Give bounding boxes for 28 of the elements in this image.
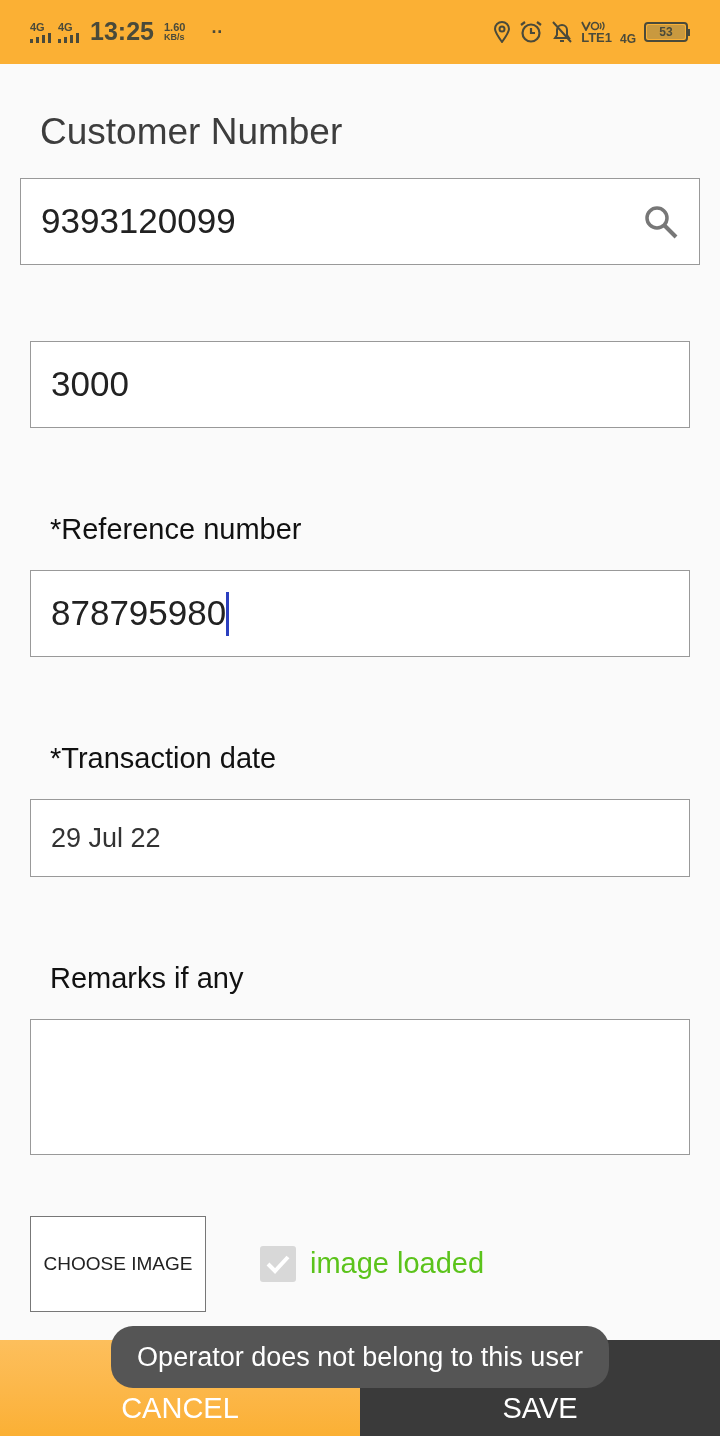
field-label: *Transaction date [50,741,278,776]
network-type: 4G [620,31,636,48]
alarm-icon [519,20,544,44]
speed-unit: KB/s [163,33,186,42]
field-label: Remarks if any [50,961,245,996]
network-speed: 1.60 [163,22,186,33]
network-type: 4G [58,21,73,33]
signal-icon [30,32,52,43]
reference-number-field[interactable]: 878795980 [30,570,690,657]
message-toast: Operator does not belong to this user [111,1326,609,1388]
network-type: 4G [30,21,45,33]
transaction-date-field[interactable]: 29 Jul 22 [30,799,690,877]
amount-field[interactable]: 3000 [30,341,690,428]
notification-dots: ·· [211,20,224,44]
clock: 13:25 [90,16,154,48]
customer-number-field[interactable]: 9393120099 [20,178,700,265]
signal-icon [58,32,80,43]
notifications-off-icon [551,20,574,44]
volte-label: LTE1 [581,30,612,44]
field-label: Customer Number [40,110,344,154]
location-icon [493,21,512,43]
check-icon [265,1253,291,1275]
volte-icon [581,20,606,31]
battery-level: 53 [659,24,673,41]
field-label: *Reference number [50,512,303,547]
search-icon[interactable] [643,203,679,240]
remarks-field[interactable] [30,1019,690,1155]
image-status: image loaded [310,1246,485,1282]
